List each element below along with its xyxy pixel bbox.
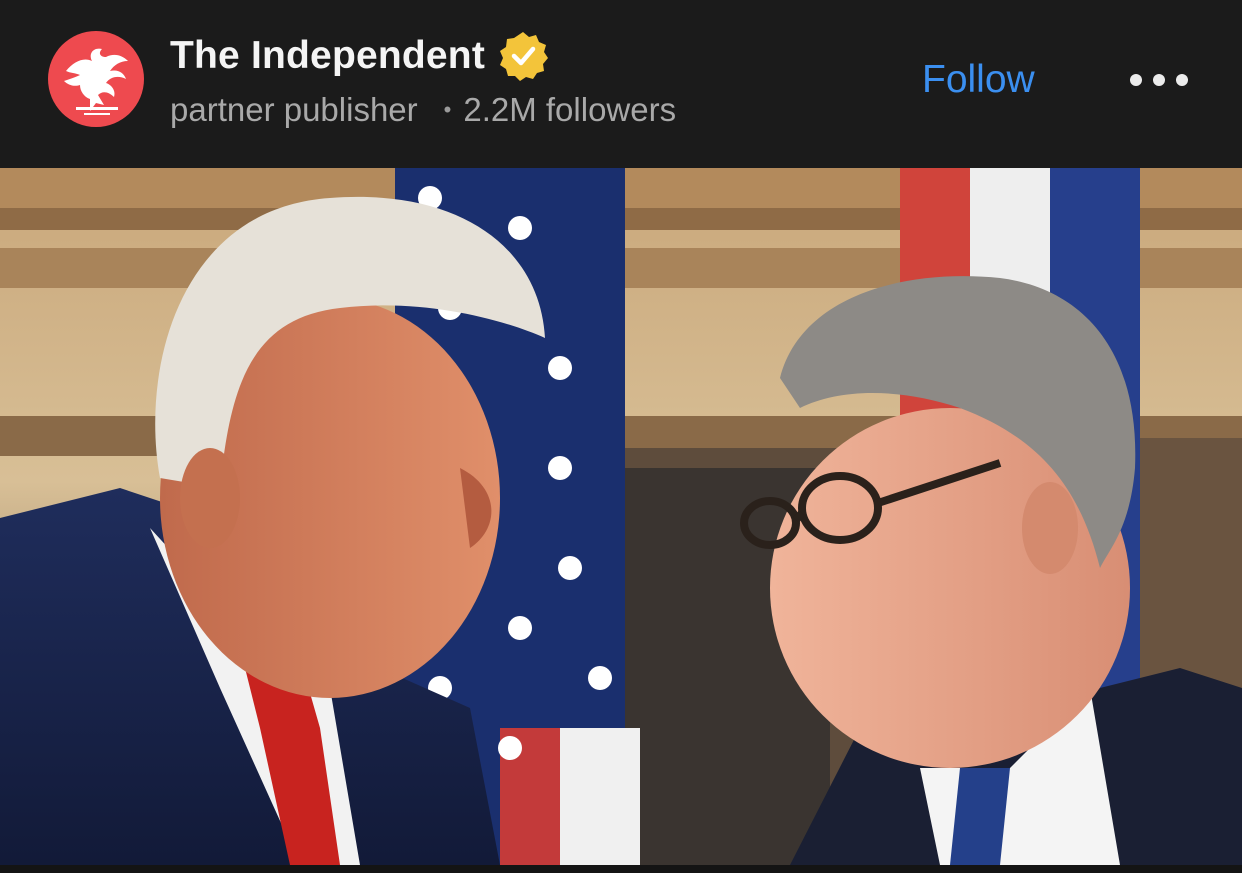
- publisher-avatar[interactable]: [48, 31, 144, 127]
- more-options-icon[interactable]: [1126, 60, 1192, 100]
- meta-separator: •: [443, 97, 452, 122]
- photo-illustration: [0, 168, 1242, 865]
- post-photo[interactable]: [0, 168, 1242, 865]
- publisher-meta: partner publisher • 2.2M followers: [170, 88, 676, 132]
- more-dot: [1176, 74, 1188, 86]
- follower-count: 2.2M followers: [463, 91, 677, 128]
- verified-badge-icon: [500, 32, 548, 81]
- publisher-title-row: The Independent: [170, 30, 549, 82]
- post-header: The Independent partner publisher • 2.2M…: [0, 0, 1242, 168]
- follow-button[interactable]: Follow: [922, 54, 1035, 106]
- eagle-logo-icon: [64, 48, 128, 115]
- publisher-role: partner publisher: [170, 91, 418, 128]
- more-dot: [1153, 74, 1165, 86]
- more-dot: [1130, 74, 1142, 86]
- publisher-name[interactable]: The Independent: [170, 34, 485, 78]
- divider: [0, 865, 1242, 873]
